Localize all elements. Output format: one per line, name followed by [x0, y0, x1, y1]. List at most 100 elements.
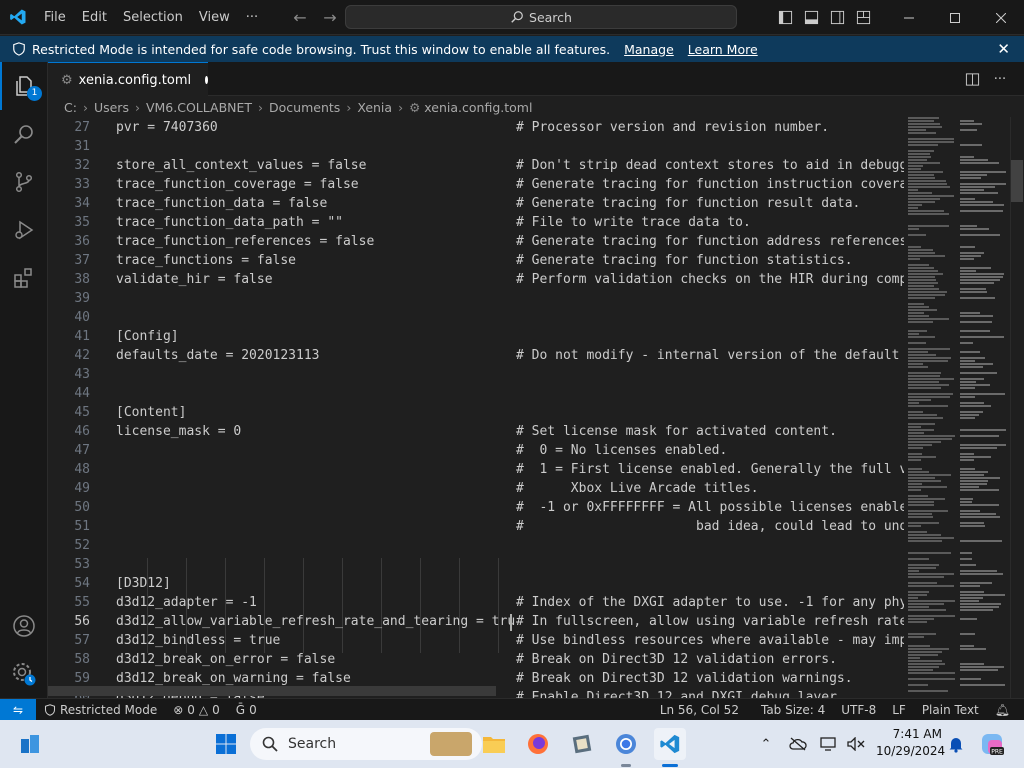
- code-line[interactable]: 37 trace_functions = false # Generate trac…: [48, 251, 904, 270]
- toggle-panel-icon[interactable]: [798, 0, 824, 35]
- code-line[interactable]: 33 trace_function_coverage = false # Gener…: [48, 175, 904, 194]
- menu-edit[interactable]: Edit: [74, 0, 115, 35]
- network-cloud-icon[interactable]: [782, 728, 814, 760]
- code-editor[interactable]: 27 pvr = 7407360 # Processor version and r…: [48, 117, 904, 698]
- breadcrumb-user[interactable]: VM6.COLLABNET: [146, 100, 252, 115]
- code-line[interactable]: 49 # Xbox Live Arcade titles.: [48, 479, 904, 498]
- menu-view[interactable]: View: [191, 0, 238, 35]
- code-line[interactable]: 50 # -1 or 0xFFFFFFFF = All possible lice…: [48, 498, 904, 517]
- code-line[interactable]: 52: [48, 536, 904, 555]
- breadcrumb-users[interactable]: Users: [94, 100, 129, 115]
- tab-xenia-config[interactable]: ⚙ xenia.config.toml: [48, 62, 208, 97]
- vscode-taskbar-icon[interactable]: [654, 728, 686, 760]
- show-hidden-icons-chevron-icon[interactable]: ⌃: [750, 728, 782, 760]
- horizontal-scrollbar[interactable]: [48, 686, 496, 696]
- chrome-icon[interactable]: [610, 728, 642, 760]
- command-center-search[interactable]: Search: [345, 5, 737, 29]
- minimap-comment: [960, 183, 1006, 185]
- volume-muted-icon[interactable]: [840, 728, 872, 760]
- breadcrumb-drive[interactable]: C:: [64, 100, 77, 115]
- manage-link[interactable]: Manage: [624, 42, 674, 57]
- code-line[interactable]: 41 [Config]: [48, 327, 904, 346]
- close-window-button[interactable]: [978, 0, 1024, 35]
- split-editor-icon[interactable]: [958, 72, 986, 87]
- code-line[interactable]: 43: [48, 365, 904, 384]
- code-line[interactable]: 31: [48, 137, 904, 156]
- breadcrumb-xenia[interactable]: Xenia: [357, 100, 392, 115]
- breadcrumb-documents[interactable]: Documents: [269, 100, 340, 115]
- code-line[interactable]: 44: [48, 384, 904, 403]
- code-line[interactable]: 45 [Content]: [48, 403, 904, 422]
- code-line[interactable]: 47 # 0 = No licenses enabled.: [48, 441, 904, 460]
- source-control-icon[interactable]: [0, 158, 48, 206]
- customize-layout-icon[interactable]: [850, 0, 876, 35]
- minimap-line: [908, 132, 936, 134]
- copilot-pre-icon[interactable]: PRE: [976, 728, 1008, 760]
- close-banner-icon[interactable]: ✕: [997, 40, 1010, 58]
- code-line[interactable]: 36 trace_function_references = false # Gen…: [48, 232, 904, 251]
- menu-more[interactable]: ···: [238, 0, 266, 35]
- breadcrumb-file[interactable]: xenia.config.toml: [424, 100, 532, 115]
- notification-bell-icon[interactable]: [940, 728, 972, 760]
- system-clock[interactable]: 7:41 AM 10/29/2024: [876, 726, 945, 760]
- minimap[interactable]: [904, 117, 1010, 698]
- code-line[interactable]: 58 d3d12_break_on_error = false # Break on…: [48, 650, 904, 669]
- ports-status[interactable]: Ḡ0: [228, 703, 265, 717]
- run-debug-icon[interactable]: [0, 206, 48, 254]
- minimap-line: [908, 285, 934, 287]
- manage-gear-icon[interactable]: [0, 650, 48, 698]
- text-cursor: [510, 614, 512, 631]
- code-line[interactable]: 55 d3d12_adapter = -1 # Index of the DXGI …: [48, 593, 904, 612]
- minimap-comment: [960, 417, 975, 419]
- explorer-icon[interactable]: 1: [0, 62, 48, 110]
- code-line[interactable]: 57 d3d12_bindless = true # Use bindless re…: [48, 631, 904, 650]
- menu-selection[interactable]: Selection: [115, 0, 191, 35]
- code-line[interactable]: 32 store_all_context_values = false # Don'…: [48, 156, 904, 175]
- end-of-line[interactable]: LF: [884, 703, 914, 717]
- code-line[interactable]: 42 defaults_date = 2020123113 # Do not mod…: [48, 346, 904, 365]
- notifications-bell-icon[interactable]: 🔔︎: [987, 703, 1024, 717]
- forward-arrow-icon[interactable]: →: [315, 0, 345, 35]
- minimap-line: [908, 405, 948, 407]
- toggle-secondary-sidebar-icon[interactable]: [824, 0, 850, 35]
- code-line[interactable]: 48 # 1 = First license enabled. Generally…: [48, 460, 904, 479]
- extensions-icon[interactable]: [0, 254, 48, 302]
- toggle-primary-sidebar-icon[interactable]: [772, 0, 798, 35]
- cursor-position[interactable]: Ln 56, Col 52: [652, 703, 753, 717]
- menu-file[interactable]: File: [36, 0, 74, 35]
- code-line[interactable]: 53: [48, 555, 904, 574]
- search-sidebar-icon[interactable]: [0, 110, 48, 158]
- scrollbar-thumb[interactable]: [1011, 160, 1023, 202]
- restricted-mode-status[interactable]: Restricted Mode: [36, 703, 165, 717]
- maximize-button[interactable]: [932, 0, 978, 35]
- start-windows-icon[interactable]: [210, 728, 242, 760]
- code-line[interactable]: 54 [D3D12]: [48, 574, 904, 593]
- unsaved-dot-icon[interactable]: [205, 76, 208, 84]
- file-explorer-icon[interactable]: [478, 728, 510, 760]
- problems-status[interactable]: ⊗ 0 △ 0: [165, 703, 228, 717]
- notepad-app-icon[interactable]: [566, 728, 598, 760]
- more-actions-icon[interactable]: ···: [986, 72, 1014, 87]
- learn-more-link[interactable]: Learn More: [688, 42, 758, 57]
- code-line[interactable]: 34 trace_function_data = false # Generate …: [48, 194, 904, 213]
- code-line[interactable]: 51 # bad idea, could lead to unde: [48, 517, 904, 536]
- remote-indicator-icon[interactable]: ⇋: [0, 698, 36, 721]
- code-line[interactable]: 27 pvr = 7407360 # Processor version and r…: [48, 118, 904, 137]
- code-line[interactable]: 56 d3d12_allow_variable_refresh_rate_and_…: [48, 612, 904, 631]
- accounts-icon[interactable]: [0, 602, 48, 650]
- firefox-icon[interactable]: [522, 728, 554, 760]
- encoding[interactable]: UTF-8: [833, 703, 884, 717]
- language-mode[interactable]: Plain Text: [914, 703, 987, 717]
- code-line[interactable]: 46 license_mask = 0 # Set license mask for…: [48, 422, 904, 441]
- code-line[interactable]: 38 validate_hir = false # Perform validati…: [48, 270, 904, 289]
- widgets-icon[interactable]: [14, 728, 46, 760]
- tab-size[interactable]: Tab Size: 4: [753, 703, 833, 717]
- taskbar-search-box[interactable]: Search: [250, 728, 482, 760]
- minimize-button[interactable]: [886, 0, 932, 35]
- minimap-line: [908, 645, 930, 647]
- vertical-scrollbar[interactable]: [1010, 117, 1024, 698]
- code-line[interactable]: 39: [48, 289, 904, 308]
- code-line[interactable]: 40: [48, 308, 904, 327]
- back-arrow-icon[interactable]: ←: [285, 0, 315, 35]
- code-line[interactable]: 35 trace_function_data_path = "" # File to…: [48, 213, 904, 232]
